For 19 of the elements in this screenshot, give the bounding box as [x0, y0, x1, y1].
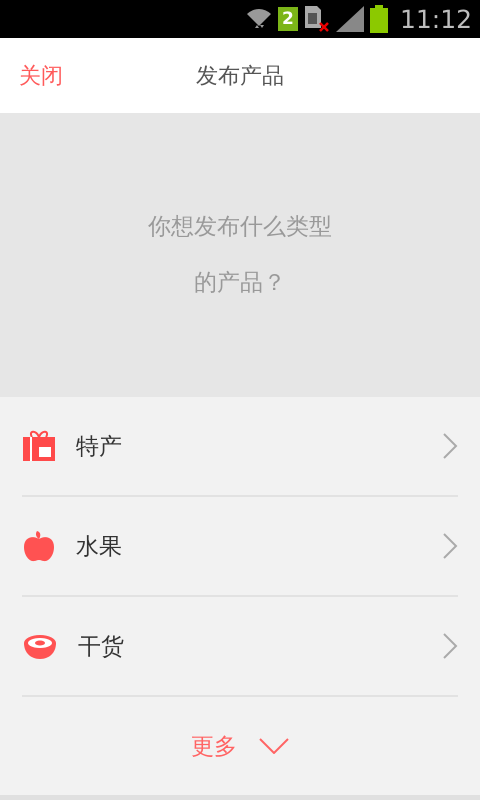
- prompt-text: 你想发布什么类型的产品？: [147, 213, 333, 298]
- category-label: 水果: [76, 532, 123, 562]
- category-item[interactable]: 特产: [22, 397, 458, 497]
- category-label: 干货: [78, 632, 125, 662]
- sim-badge: 2: [278, 7, 298, 31]
- battery-icon: [370, 5, 388, 33]
- chevron-right-icon: [442, 432, 458, 460]
- category-item[interactable]: 干货: [22, 597, 458, 697]
- category-label: 特产: [76, 432, 123, 462]
- chevron-right-icon: [442, 632, 458, 660]
- category-item[interactable]: 水果: [22, 497, 458, 597]
- gift-icon: [22, 429, 56, 463]
- page-title: 发布产品: [196, 62, 284, 90]
- sim-card-icon: [304, 5, 330, 33]
- signal-icon: [336, 6, 364, 32]
- chevron-right-icon: [442, 532, 458, 560]
- clock-time: 11:12: [400, 4, 472, 34]
- chevron-down-icon: [259, 738, 289, 754]
- apple-icon: [22, 529, 56, 563]
